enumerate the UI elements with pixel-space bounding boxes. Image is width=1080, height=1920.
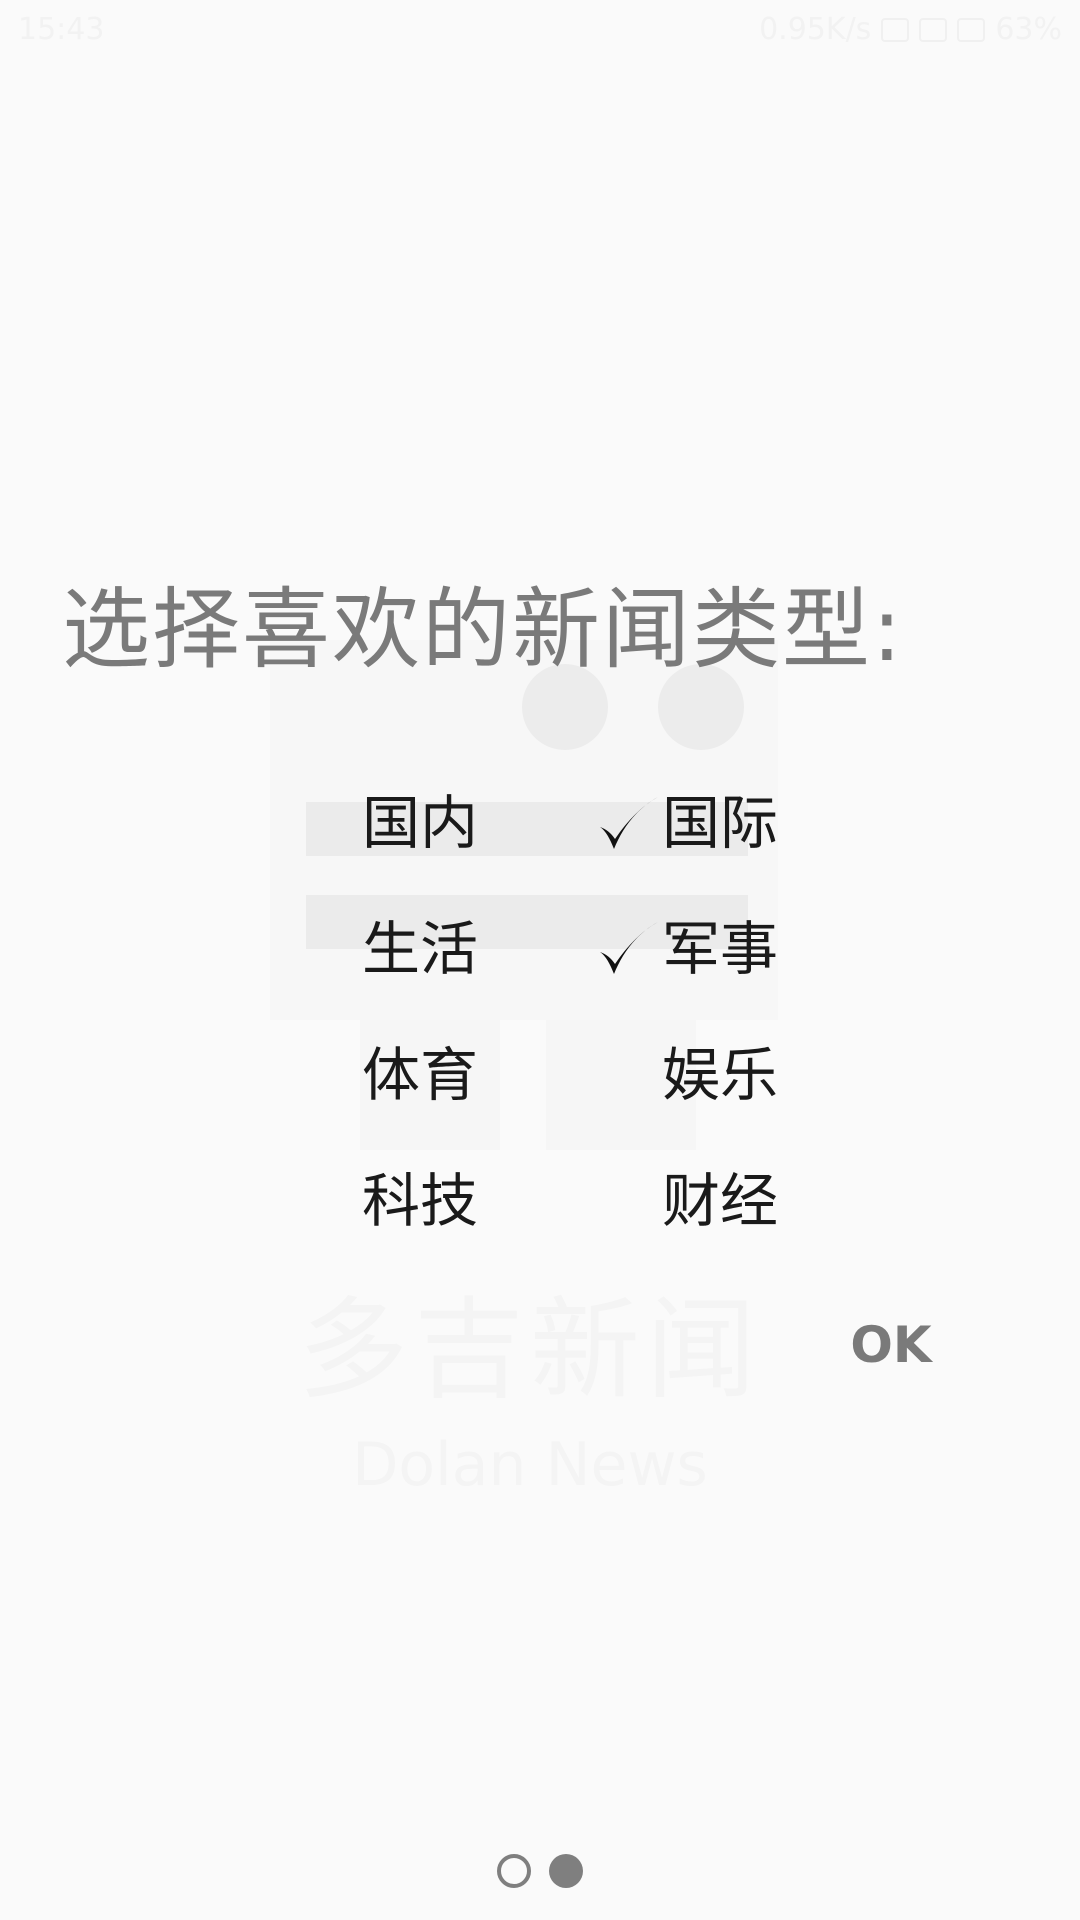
category-label: 生活 (362, 915, 479, 983)
category-label: 体育 (362, 1041, 479, 1109)
page-indicator (0, 1854, 1080, 1894)
check-icon (596, 918, 660, 978)
page-title: 选择喜欢的新闻类型: (62, 578, 904, 681)
bg-logo-cn: 多吉新闻 (298, 1286, 762, 1414)
ok-button[interactable]: OK (836, 1310, 946, 1380)
category-sports[interactable]: 体育 (362, 1040, 478, 1110)
category-label: 国内 (362, 789, 479, 857)
category-label: 国际 (662, 789, 779, 857)
category-international[interactable]: 国际 (662, 788, 778, 858)
category-domestic[interactable]: 国内 (362, 788, 478, 858)
background-illustration: 多吉新闻 Dolan News (0, 0, 1080, 1920)
category-technology[interactable]: 科技 (362, 1166, 478, 1236)
page-dot-2[interactable] (549, 1854, 583, 1888)
category-label: 娱乐 (662, 1041, 779, 1109)
category-finance[interactable]: 财经 (662, 1166, 778, 1236)
page-dot-1[interactable] (497, 1854, 531, 1888)
category-label: 科技 (362, 1167, 479, 1235)
category-label: 军事 (662, 915, 779, 983)
category-life[interactable]: 生活 (362, 914, 478, 984)
category-entertainment[interactable]: 娱乐 (662, 1040, 778, 1110)
check-icon (596, 793, 660, 853)
category-label: 财经 (662, 1167, 779, 1235)
bg-logo-en: Dolan News (352, 1430, 708, 1500)
category-military[interactable]: 军事 (662, 914, 778, 984)
